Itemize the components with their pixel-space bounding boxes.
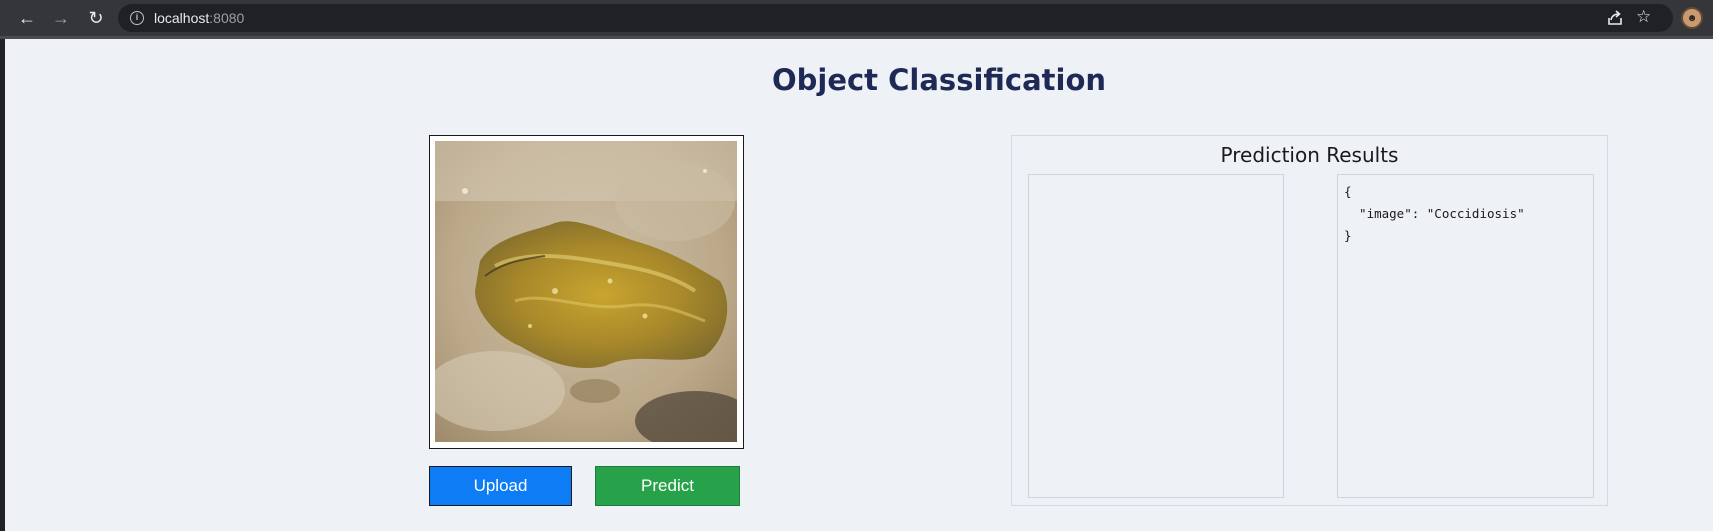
forward-arrow-icon[interactable]: →: [50, 7, 72, 29]
page-body: Object Classification Upload Predict Pre…: [5, 39, 1713, 531]
uploaded-image: [435, 141, 737, 442]
back-arrow-icon[interactable]: ←: [16, 7, 38, 29]
result-image-box: [1028, 174, 1284, 498]
result-json-box: { "image": "Coccidiosis" }: [1337, 174, 1594, 498]
star-icon[interactable]: ☆: [1636, 7, 1656, 27]
reload-icon[interactable]: ↻: [85, 7, 107, 29]
prediction-results-panel: Prediction Results { "image": "Coccidios…: [1011, 135, 1608, 506]
browser-toolbar: ← → ↻ i localhost:8080 ☆ ☻: [0, 0, 1713, 36]
profile-avatar[interactable]: ☻: [1681, 7, 1703, 29]
predict-button[interactable]: Predict: [595, 466, 740, 506]
url-text[interactable]: localhost:8080: [154, 10, 244, 26]
url-host: localhost: [154, 10, 210, 26]
share-icon[interactable]: [1606, 9, 1624, 27]
results-title: Prediction Results: [1220, 143, 1399, 167]
upload-button[interactable]: Upload: [429, 466, 572, 506]
image-preview: [429, 135, 744, 449]
info-icon[interactable]: i: [130, 11, 144, 25]
page-title: Object Classification: [771, 63, 1107, 97]
result-json-text: { "image": "Coccidiosis" }: [1344, 184, 1525, 243]
address-bar[interactable]: i localhost:8080 ☆: [118, 4, 1673, 32]
url-port: :8080: [209, 10, 245, 26]
